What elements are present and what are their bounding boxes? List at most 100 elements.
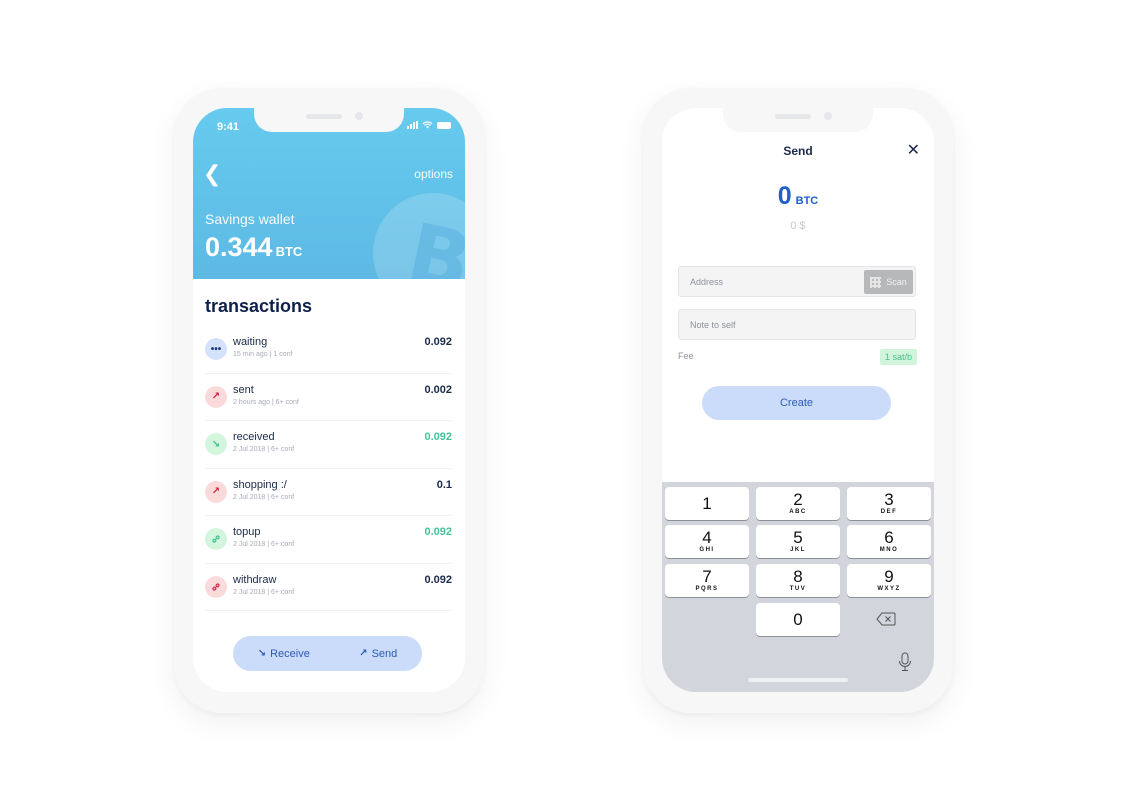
arrow-up-right-icon: ↗ bbox=[205, 385, 227, 408]
microphone-icon[interactable] bbox=[898, 652, 912, 672]
key-7[interactable]: 7 PQRS bbox=[665, 564, 749, 597]
transaction-row[interactable]: ↗ shopping :/ 2 Jul 2018 | 6+ conf 0.1 bbox=[205, 469, 452, 516]
speaker bbox=[306, 114, 342, 119]
key-0[interactable]: 0 bbox=[756, 603, 840, 636]
balance-unit: BTC bbox=[275, 244, 303, 259]
key-number: 2 bbox=[793, 490, 803, 509]
key-1[interactable]: 1 bbox=[665, 487, 749, 520]
arrow-down-right-icon: ↘ bbox=[257, 648, 267, 659]
note-input[interactable]: Note to self bbox=[678, 309, 916, 340]
fee-label: Fee bbox=[678, 351, 694, 361]
status-time: 9:41 bbox=[217, 121, 240, 133]
transaction-row[interactable]: ↘ received 2 Jul 2018 | 6+ conf 0.092 bbox=[205, 421, 452, 469]
signal-icon bbox=[407, 121, 418, 129]
phone-send: Send ✕ 0 BTC 0 $ Address Scan Note to sel… bbox=[643, 88, 953, 713]
transaction-row[interactable]: ••• waiting 15 min ago | 1 conf 0.092 bbox=[205, 326, 452, 374]
close-button[interactable]: ✕ bbox=[907, 140, 920, 160]
key-letters: GHI bbox=[699, 547, 715, 553]
wallet-name: Savings wallet bbox=[205, 211, 295, 227]
key-number: 6 bbox=[884, 528, 894, 547]
speaker bbox=[775, 114, 811, 119]
key-letters: MNO bbox=[879, 547, 899, 553]
transactions-list: ••• waiting 15 min ago | 1 conf 0.092 ↗ … bbox=[205, 326, 452, 611]
key-number: 1 bbox=[702, 494, 712, 513]
scan-button[interactable]: Scan bbox=[864, 270, 913, 294]
transaction-name: shopping :/ bbox=[233, 478, 287, 491]
home-indicator bbox=[748, 678, 848, 682]
send-amount: 0 BTC bbox=[662, 182, 934, 211]
key-letters: ABC bbox=[789, 509, 807, 515]
transaction-amount: 0.092 bbox=[424, 431, 452, 443]
link-icon bbox=[205, 528, 227, 550]
key-number: 4 bbox=[702, 528, 712, 547]
key-number: 7 bbox=[702, 567, 712, 586]
transaction-row[interactable]: ↗ sent 2 hours ago | 6+ conf 0.002 bbox=[205, 374, 452, 421]
transaction-row[interactable]: withdraw 2 Jul 2018 | 6+ conf 0.092 bbox=[205, 564, 452, 611]
phone-notch bbox=[254, 106, 404, 132]
key-letters: PQRS bbox=[695, 586, 719, 592]
arrow-up-right-icon: ↗ bbox=[359, 648, 368, 659]
receive-label: Receive bbox=[270, 647, 310, 660]
key-number: 5 bbox=[793, 528, 803, 547]
wifi-icon bbox=[422, 121, 433, 129]
send-label: Send bbox=[371, 647, 398, 660]
address-placeholder: Address bbox=[690, 276, 724, 287]
back-button[interactable]: ❮ bbox=[203, 163, 221, 185]
key-4[interactable]: 4 GHI bbox=[665, 525, 749, 558]
action-pill: ↘ Receive ↗ Send bbox=[233, 636, 422, 671]
key-number: 9 bbox=[884, 567, 894, 586]
key-letters: JKL bbox=[790, 547, 806, 553]
bitcoin-icon: B bbox=[373, 193, 465, 279]
key-letters: DEF bbox=[880, 509, 898, 515]
transaction-name: waiting bbox=[233, 336, 268, 348]
transactions-title: transactions bbox=[205, 296, 313, 316]
key-letters: WXYZ bbox=[877, 586, 901, 592]
transaction-name: topup bbox=[233, 526, 261, 538]
amount-unit: BTC bbox=[795, 195, 819, 207]
camera bbox=[355, 112, 363, 120]
key-8[interactable]: 8 TUV bbox=[756, 564, 840, 597]
note-placeholder: Note to self bbox=[690, 319, 736, 330]
key-letters: TUV bbox=[789, 586, 807, 592]
transaction-meta: 2 Jul 2018 | 6+ conf bbox=[233, 446, 295, 453]
transaction-meta: 2 Jul 2018 | 6+ conf bbox=[233, 588, 295, 596]
transaction-name: withdraw bbox=[233, 573, 277, 586]
create-button[interactable]: Create bbox=[702, 386, 891, 420]
wallet-balance: 0.344 BTC bbox=[205, 232, 302, 263]
backspace-icon[interactable] bbox=[876, 612, 896, 626]
fee-badge[interactable]: 1 sat/b bbox=[879, 349, 917, 365]
transaction-meta: 15 min ago | 1 conf bbox=[233, 351, 293, 358]
key-9[interactable]: 9 WXYZ bbox=[847, 564, 931, 597]
phone-notch bbox=[723, 106, 873, 132]
phone-wallet: B 9:41 ❮ options Savings wallet 0.344 BTC bbox=[174, 88, 484, 713]
key-6[interactable]: 6 MNO bbox=[847, 525, 931, 558]
arrow-down-right-icon: ↘ bbox=[205, 433, 227, 455]
battery-icon bbox=[437, 121, 451, 129]
key-3[interactable]: 3 DEF bbox=[847, 487, 931, 520]
wallet-screen: B 9:41 ❮ options Savings wallet 0.344 BTC bbox=[193, 108, 465, 692]
transaction-amount: 0.092 bbox=[424, 336, 452, 348]
options-button[interactable]: options bbox=[414, 167, 453, 181]
address-input[interactable]: Address Scan bbox=[678, 266, 916, 297]
transaction-amount: 0.002 bbox=[424, 383, 452, 396]
wallet-header: B 9:41 ❮ options Savings wallet 0.344 BTC bbox=[193, 108, 465, 279]
link-icon bbox=[205, 575, 227, 598]
arrow-up-right-icon: ↗ bbox=[205, 480, 227, 503]
transaction-amount: 0.1 bbox=[436, 478, 452, 491]
send-title: Send bbox=[783, 144, 813, 158]
status-icons bbox=[407, 121, 451, 129]
qr-code-icon bbox=[870, 276, 882, 288]
transaction-meta: 2 Jul 2018 | 6+ conf bbox=[233, 493, 295, 501]
transaction-row[interactable]: topup 2 Jul 2018 | 6+ conf 0.092 bbox=[205, 516, 452, 564]
transaction-meta: 2 Jul 2018 | 6+ conf bbox=[233, 541, 295, 548]
key-2[interactable]: 2 ABC bbox=[756, 487, 840, 520]
camera bbox=[824, 112, 832, 120]
dots-icon: ••• bbox=[205, 338, 227, 360]
send-screen: Send ✕ 0 BTC 0 $ Address Scan Note to sel… bbox=[662, 108, 934, 692]
transaction-amount: 0.092 bbox=[424, 526, 452, 538]
send-button[interactable]: ↗ Send bbox=[359, 648, 397, 660]
key-5[interactable]: 5 JKL bbox=[756, 525, 840, 558]
transaction-name: sent bbox=[233, 383, 254, 396]
receive-button[interactable]: ↘ Receive bbox=[258, 648, 310, 660]
transaction-amount: 0.092 bbox=[424, 573, 452, 586]
